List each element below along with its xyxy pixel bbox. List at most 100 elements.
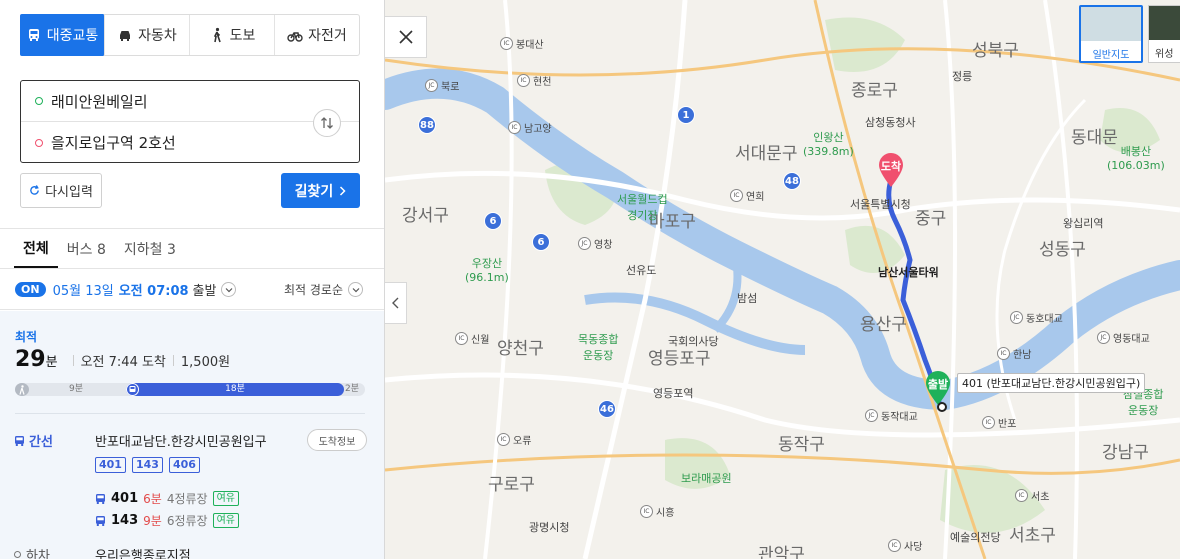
swap-icon (321, 117, 333, 129)
ic-icon: IC (640, 505, 653, 518)
chevron-down-icon (352, 287, 359, 292)
destination-text: 을지로입구역 2호선 (51, 134, 176, 152)
boarding-stop-name[interactable]: 반포대교남단.한강시민공원입구 (95, 431, 267, 450)
park-label: 배봉산 (106.03m) (1107, 145, 1165, 172)
tab-all[interactable]: 전체 (14, 229, 58, 268)
ic-icon: JC (1010, 311, 1023, 324)
duration-number: 29 (15, 347, 46, 372)
app: 대중교통 자동차 도보 자전거 래미안원베일리 을지로입구역 2호선 다시입력 … (0, 0, 1180, 559)
bus-arrival-row: 401 6분 4정류장 여유 (95, 490, 239, 507)
departure-suffix: 출발 (192, 284, 217, 299)
ic-label: JC 동작대교 (865, 408, 918, 423)
maptype-satellite-button[interactable]: 위성 (1148, 5, 1180, 63)
bus-icon (96, 493, 105, 504)
ic-label: JC 영동대교 (1097, 330, 1150, 345)
bus-arrival-row: 143 9분 6정류장 여유 (95, 512, 239, 529)
ic-label: JC 영창 (578, 236, 612, 251)
bus-stop-marker (937, 402, 947, 412)
district-label: 중구 (915, 209, 947, 229)
on-badge[interactable]: ON (15, 282, 46, 297)
reset-button[interactable]: 다시입력 (20, 173, 102, 208)
highway-shield: 6 (532, 233, 550, 251)
district-label: 성북구 (972, 41, 1019, 61)
duration-summary: 29 분 오전 7:44 도착 1,500원 (15, 347, 230, 372)
mode-transit[interactable]: 대중교통 (20, 14, 105, 56)
destination-field[interactable]: 을지로입구역 2호선 (21, 122, 301, 163)
bus-segment-label: 18분 (225, 384, 245, 394)
ic-icon: JC (425, 79, 438, 92)
poi-label: 남산서울타워 (878, 266, 939, 279)
ic-label: IC 연희 (730, 188, 764, 203)
arrival-time: 오전 7:44 도착 (80, 355, 166, 370)
collapse-panel-button[interactable] (385, 282, 407, 324)
bike-icon (287, 32, 303, 42)
route-result-card[interactable]: 최적 29 분 오전 7:44 도착 1,500원 9분 18분 2분 간선 반… (0, 311, 384, 559)
search-button[interactable]: 길찾기 (281, 173, 360, 208)
departure-date[interactable]: 05월 13일 (53, 280, 114, 299)
district-label: 성동구 (1039, 240, 1086, 260)
mode-car[interactable]: 자동차 (105, 15, 190, 55)
bus-eta: 9분 (143, 514, 162, 528)
park-label: 우장산 (96.1m) (465, 257, 509, 284)
separator (72, 355, 74, 366)
bus-number-badge[interactable]: 143 (131, 457, 163, 473)
poi-label: 예술의전당 (950, 531, 1001, 544)
destination-dot-icon (35, 138, 43, 147)
alight-label: 하차 (26, 549, 50, 559)
tab-subway[interactable]: 지하철 3 (115, 229, 185, 268)
bus-stops-away: 4정류장 (166, 492, 208, 506)
tab-bus[interactable]: 버스 8 (58, 229, 115, 268)
ic-label: IC 시흥 (640, 504, 674, 519)
bus-segment: 18분 (126, 383, 344, 396)
district-label: 강서구 (402, 206, 449, 226)
swap-button[interactable] (313, 109, 341, 137)
highway-shield: 88 (418, 116, 436, 134)
bus-segment-icon (126, 383, 139, 396)
duration-unit: 분 (45, 355, 58, 370)
ic-icon: JC (1097, 331, 1110, 344)
bus-number-badge[interactable]: 406 (168, 457, 200, 473)
ic-icon: JC (578, 237, 591, 250)
mode-label: 자전거 (308, 28, 347, 44)
general-map-thumbnail (1081, 7, 1141, 41)
ic-icon: IC (730, 189, 743, 202)
map-view[interactable]: 성북구 종로구 서대문구 동대문 중구 강서구 마포구 성동구 양천구 영등포구… (385, 0, 1180, 559)
ic-label: IC 한남 (997, 346, 1031, 361)
origin-field[interactable]: 래미안원베일리 (21, 81, 359, 122)
district-label: 강남구 (1102, 443, 1149, 463)
close-panel-button[interactable] (385, 16, 427, 58)
district-label: 구로구 (488, 475, 535, 495)
reset-label: 다시입력 (45, 185, 93, 200)
bus-number-badge[interactable]: 401 (95, 457, 126, 473)
alight-stop-name[interactable]: 우리은행종로지점 (95, 545, 191, 559)
step-type-label: 간선 (29, 435, 53, 450)
ic-label: IC 신월 (455, 331, 489, 346)
crowd-badge: 여유 (212, 513, 239, 528)
park-label: 목동종합 운동장 (578, 333, 619, 362)
ic-icon: IC (997, 347, 1010, 360)
park-label: 보라매공원 (681, 472, 732, 485)
poi-label: 선유도 (626, 264, 657, 277)
destination-pin-label: 도착 (880, 160, 902, 173)
poi-label: 국회의사당 (668, 335, 719, 348)
departure-dropdown-button[interactable] (221, 282, 237, 297)
separator (172, 355, 174, 366)
district-label: 종로구 (851, 81, 898, 101)
sort-label: 최적 경로순 (283, 283, 343, 297)
maptype-general-button[interactable]: 일반지도 (1079, 5, 1143, 63)
mode-walk[interactable]: 도보 (190, 15, 275, 55)
departure-time[interactable]: 오전 07:08 (119, 280, 189, 299)
sort-dropdown[interactable]: 최적 경로순 (284, 281, 363, 298)
district-label: 양천구 (497, 339, 544, 359)
car-icon (120, 31, 131, 41)
ic-label: IC 사당 (888, 538, 922, 553)
mode-bike[interactable]: 자전거 (275, 15, 359, 55)
destination-pin[interactable]: 도착 (876, 152, 906, 192)
mode-label: 도보 (229, 28, 256, 44)
arrival-info-button[interactable]: 도착정보 (307, 429, 367, 451)
ic-icon: IC (508, 121, 521, 134)
maptype-satellite-label: 위성 (1155, 49, 1174, 60)
highway-shield: 6 (484, 212, 502, 230)
origin-text: 래미안원베일리 (51, 92, 148, 111)
result-tabs: 전체 버스 8 지하철 3 (0, 229, 384, 269)
